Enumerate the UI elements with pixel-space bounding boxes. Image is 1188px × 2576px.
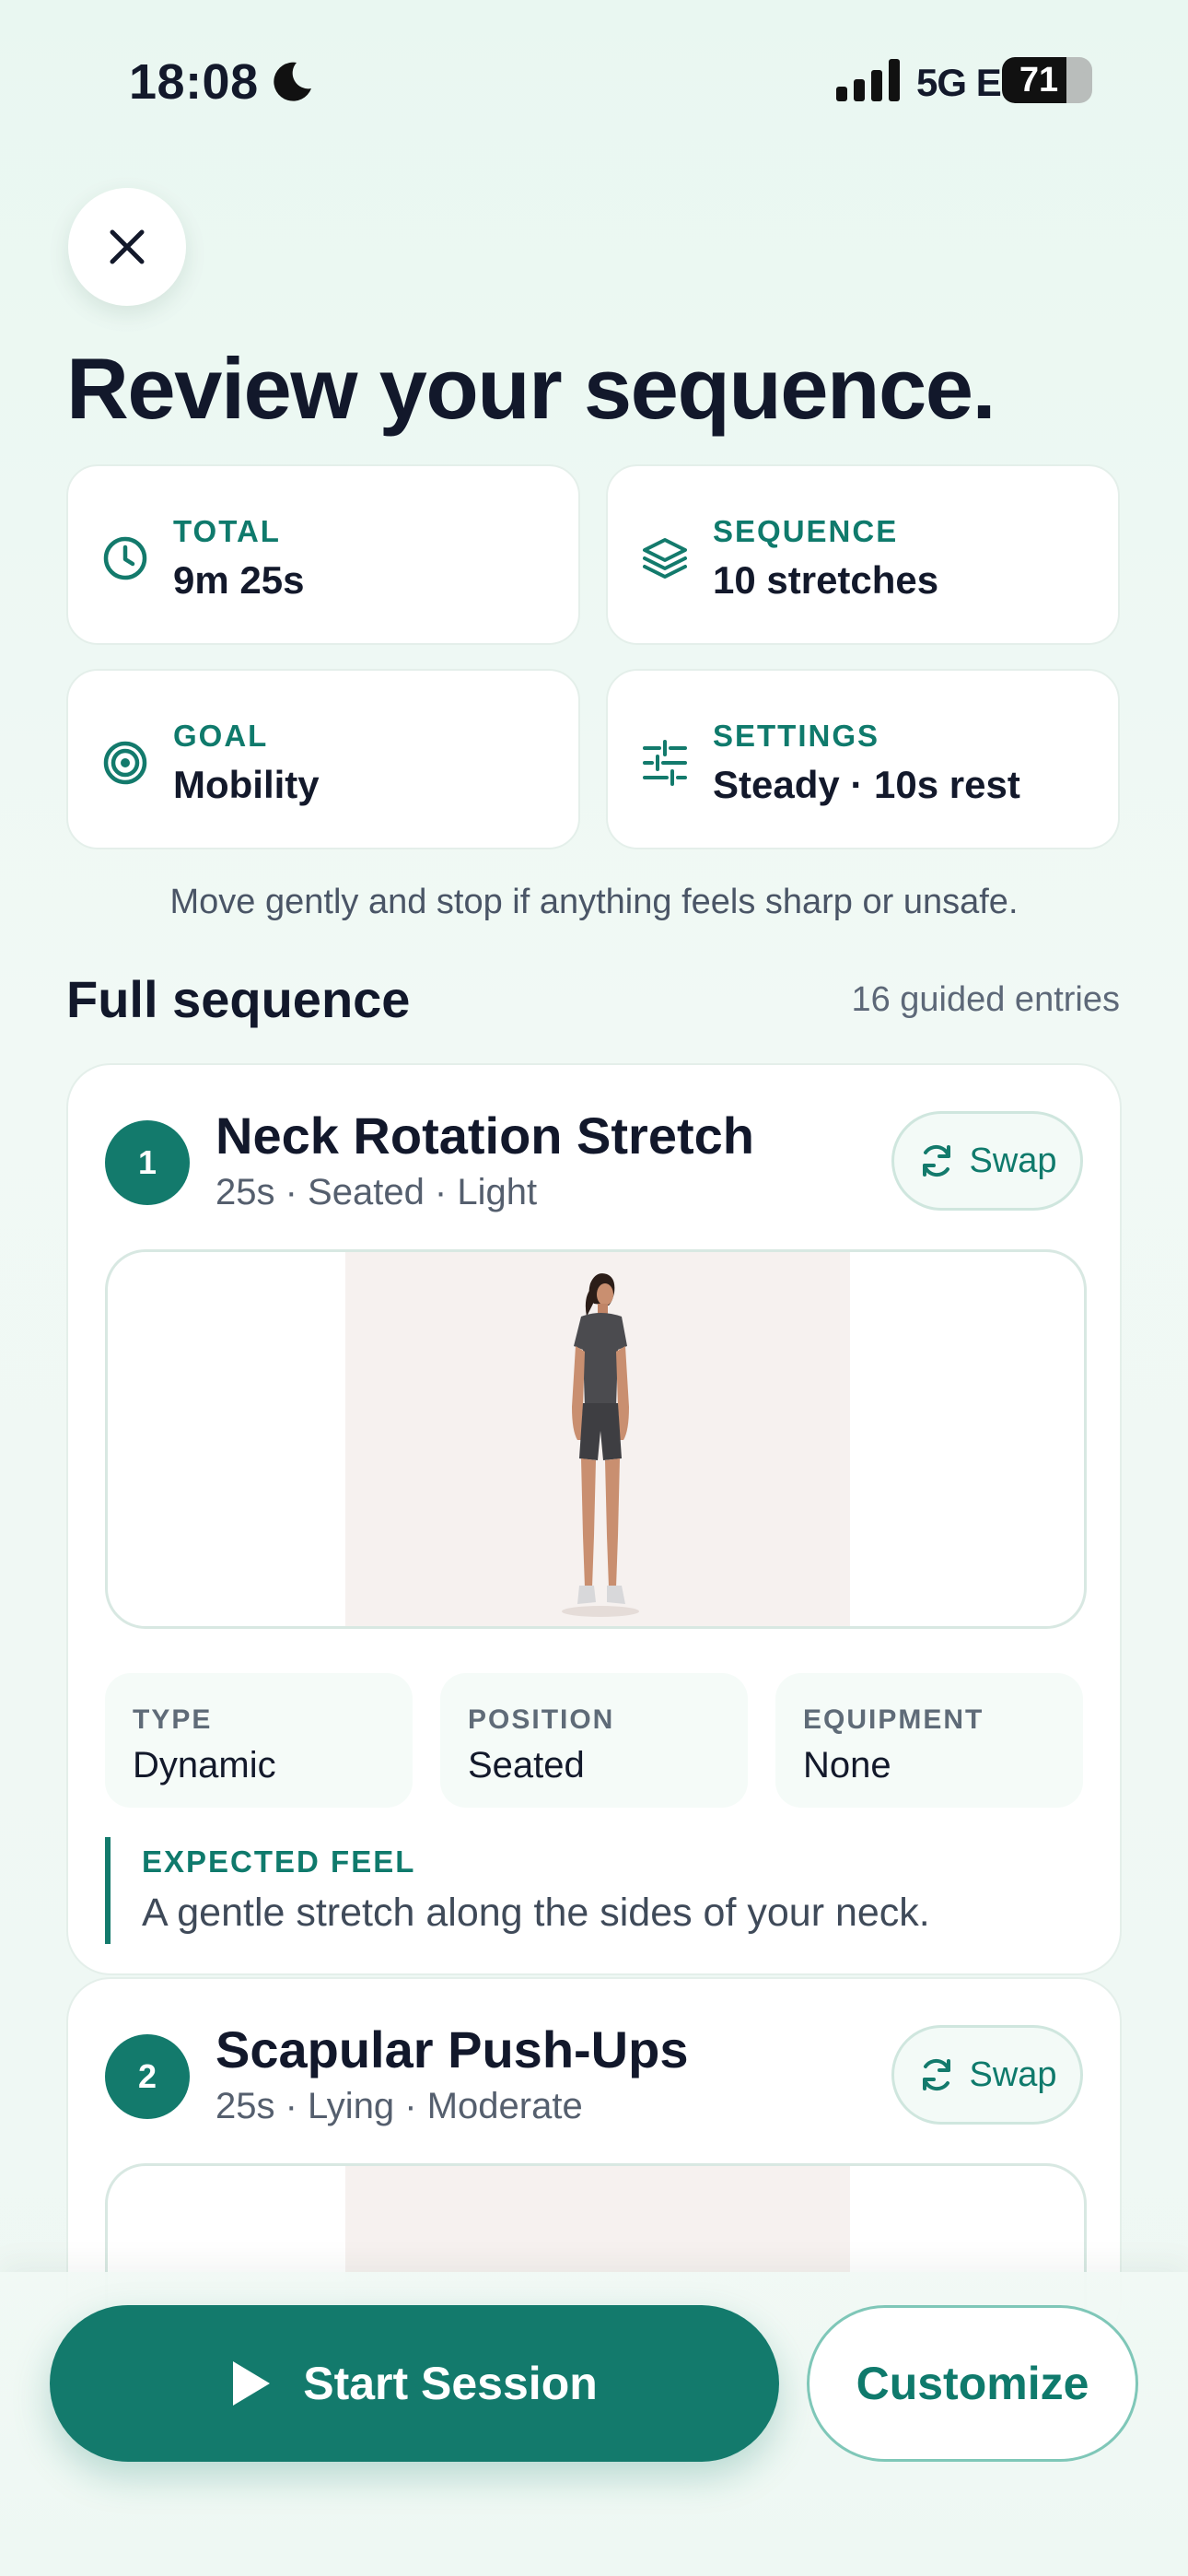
summary-card-total: TOTAL 9m 25s [66, 464, 580, 645]
moon-icon [274, 62, 311, 101]
sliders-icon [643, 740, 687, 786]
info-label: TYPE [133, 1704, 213, 1735]
exercise-card-1[interactable]: 1 Neck Rotation Stretch 25s · Seated · L… [66, 1063, 1122, 1975]
target-icon [103, 741, 147, 785]
info-equipment: EQUIPMENT None [775, 1673, 1083, 1808]
summary-card-goal: GOAL Mobility [66, 669, 580, 849]
summary-label: GOAL [173, 719, 269, 753]
status-time: 18:08 [129, 54, 259, 110]
swap-label: Swap [969, 2055, 1057, 2094]
battery-cap [1079, 72, 1087, 88]
exercise-number: 2 [105, 2034, 190, 2119]
info-value: None [803, 1745, 891, 1786]
swap-button[interactable]: Swap [891, 2025, 1083, 2125]
customize-label: Customize [856, 2358, 1089, 2409]
layers-icon [643, 538, 687, 579]
section-title: Full sequence [66, 970, 411, 1028]
summary-label: SETTINGS [713, 719, 880, 753]
info-label: EQUIPMENT [803, 1704, 984, 1735]
exercise-name: Scapular Push-Ups [215, 2020, 689, 2078]
exercise-number: 1 [105, 1120, 190, 1205]
swap-button[interactable]: Swap [891, 1111, 1083, 1211]
person-figure [562, 1273, 639, 1617]
refresh-icon [923, 2058, 951, 2091]
exercise-image [105, 1249, 1087, 1629]
info-value: Dynamic [133, 1745, 276, 1786]
page-title: Review your sequence. [66, 340, 996, 437]
exercise-name: Neck Rotation Stretch [215, 1107, 754, 1165]
summary-value: Mobility [173, 763, 320, 806]
swap-label: Swap [969, 1141, 1057, 1180]
expected-feel-label: EXPECTED FEEL [142, 1844, 416, 1879]
close-icon [110, 229, 145, 264]
summary-value: 9m 25s [173, 558, 305, 602]
signal-icon [836, 59, 900, 101]
info-label: POSITION [468, 1704, 615, 1735]
close-button[interactable] [68, 188, 186, 306]
network-type: 5G E [916, 61, 1002, 104]
expected-feel: EXPECTED FEEL A gentle stretch along the… [105, 1837, 1026, 1944]
clock-icon [103, 536, 147, 580]
summary-card-settings: SETTINGS Steady · 10s rest [606, 669, 1120, 849]
entries-count: 16 guided entries [851, 980, 1120, 1019]
info-position: POSITION Seated [440, 1673, 748, 1808]
refresh-icon [923, 1144, 951, 1177]
start-session-label: Start Session [303, 2358, 598, 2409]
customize-button[interactable]: Customize [807, 2305, 1138, 2462]
info-type: TYPE Dynamic [105, 1673, 413, 1808]
start-session-button[interactable]: Start Session [50, 2305, 779, 2462]
exercise-meta: 25s · Seated · Light [215, 1172, 538, 1212]
expected-feel-text: A gentle stretch along the sides of your… [142, 1891, 930, 1935]
summary-value: Steady · 10s rest [713, 763, 1020, 806]
bottom-action-bar: Start Session Customize [0, 2272, 1188, 2576]
exercise-meta: 25s · Lying · Moderate [215, 2086, 583, 2126]
summary-card-sequence: SEQUENCE 10 stretches [606, 464, 1120, 645]
summary-value: 10 stretches [713, 558, 939, 602]
status-bar: 18:08 5G E 71 [0, 46, 1188, 116]
battery-level: 71 [1019, 61, 1059, 100]
summary-label: TOTAL [173, 514, 281, 548]
summary-label: SEQUENCE [713, 514, 899, 548]
info-value: Seated [468, 1745, 585, 1786]
safety-note: Move gently and stop if anything feels s… [169, 883, 1019, 921]
play-icon [233, 2361, 271, 2406]
